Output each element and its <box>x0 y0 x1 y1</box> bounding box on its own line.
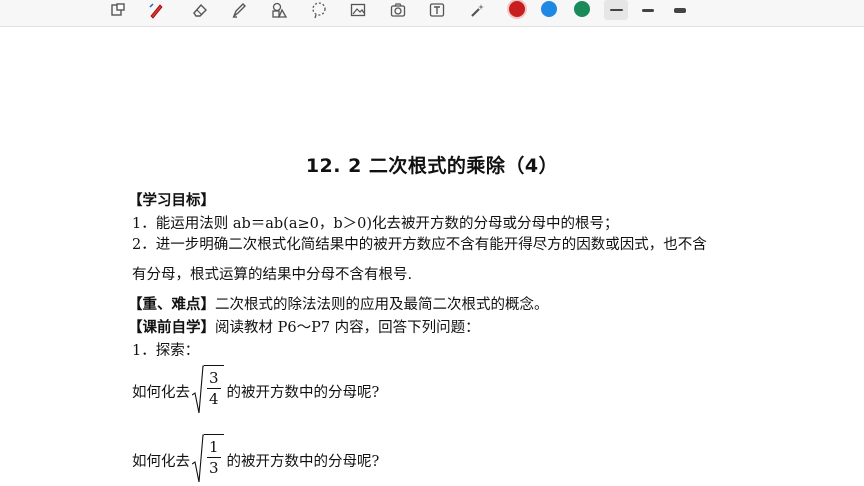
preclass-text: 阅读教材 P6～P7 内容，回答下列问题： <box>215 320 480 336</box>
fraction-denominator: 4 <box>209 390 219 408</box>
goals-heading: 【学习目标】 <box>128 192 215 209</box>
eraser-icon[interactable] <box>188 0 212 20</box>
question-1-suffix: 的被开方数中的分母呢? <box>226 384 380 401</box>
color-green-swatch[interactable] <box>574 1 590 17</box>
question-1-prefix: 如何化去 <box>132 384 190 401</box>
document-page: 12. 2 二次根式的乘除（4） 【学习目标】 1．能运用法则 ab＝ab(a≥… <box>0 27 864 486</box>
medium-stroke-button[interactable] <box>636 0 660 20</box>
thick-stroke-button[interactable] <box>668 0 692 20</box>
sqrt-symbol: 1 3 <box>192 434 224 486</box>
fraction: 1 3 <box>204 434 224 486</box>
highlighter-icon[interactable] <box>227 0 251 20</box>
question-2-prefix: 如何化去 <box>132 453 190 470</box>
camera-icon[interactable] <box>386 0 410 20</box>
lasso-icon[interactable] <box>307 0 331 20</box>
fraction-denominator: 3 <box>209 459 219 477</box>
fraction-numerator: 1 <box>207 438 221 458</box>
image-icon[interactable] <box>346 0 370 20</box>
preclass-line: 【课前自学】阅读教材 P6～P7 内容，回答下列问题： <box>128 316 480 337</box>
question-2: 如何化去 1 3 的被开方数中的分母呢? <box>132 434 379 486</box>
page-title: 12. 2 二次根式的乘除（4） <box>305 155 559 177</box>
shapes-icon[interactable] <box>267 0 291 20</box>
explore-label: 1．探索： <box>132 343 200 359</box>
pen-icon[interactable] <box>144 0 168 20</box>
fraction: 3 4 <box>204 365 224 417</box>
focus-label: 【重、难点】 <box>128 296 215 313</box>
fraction-numerator: 3 <box>207 369 221 389</box>
color-blue-swatch[interactable] <box>541 1 557 17</box>
laser-pointer-icon[interactable] <box>466 0 490 20</box>
window-icon[interactable] <box>106 0 130 20</box>
goal-2b: 有分母，根式运算的结果中分母不含有根号. <box>132 267 413 283</box>
textbox-icon[interactable] <box>425 0 449 20</box>
annotation-toolbar <box>0 0 864 27</box>
goal-2a: 2．进一步明确二次根式化简结果中的被开方数应不含有能开得尽方的因数或因式，也不含 <box>132 237 707 253</box>
color-red-swatch[interactable] <box>509 1 525 17</box>
preclass-label: 【课前自学】 <box>128 319 215 336</box>
focus-text: 二次根式的除法法则的应用及最简二次根式的概念。 <box>215 297 549 313</box>
sqrt-symbol: 3 4 <box>192 365 224 417</box>
thin-stroke-button[interactable] <box>604 0 628 20</box>
goal-1: 1．能运用法则 ab＝ab(a≥0，b＞0)化去被开方数的分母或分母中的根号； <box>132 216 619 232</box>
focus-line: 【重、难点】二次根式的除法法则的应用及最简二次根式的概念。 <box>128 293 549 314</box>
question-1: 如何化去 3 4 的被开方数中的分母呢? <box>132 365 379 417</box>
question-2-suffix: 的被开方数中的分母呢? <box>226 453 380 470</box>
